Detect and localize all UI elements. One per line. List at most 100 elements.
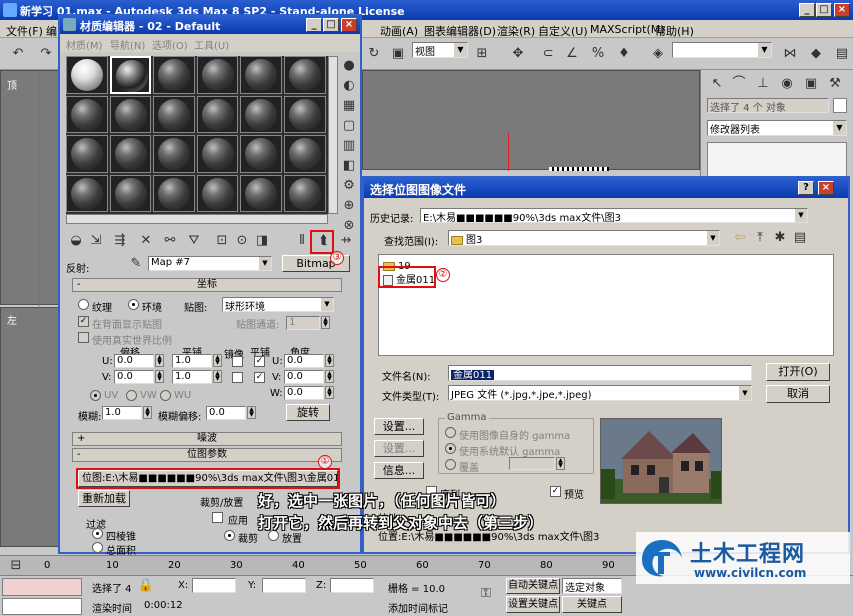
w-angle-field[interactable]: 0.0 bbox=[284, 386, 324, 400]
viewport-bottom-left[interactable]: 左 bbox=[0, 307, 60, 547]
blur-offset-field[interactable]: 0.0 bbox=[206, 406, 246, 420]
material-sample-slot[interactable] bbox=[66, 135, 108, 173]
v-angle-spinner[interactable]: ▲ ▼ bbox=[325, 370, 334, 383]
select-by-material-icon[interactable]: ⊕ bbox=[339, 196, 359, 216]
assign-material-icon[interactable]: ⇶ bbox=[110, 231, 130, 251]
undo-icon[interactable]: ↶ bbox=[8, 44, 28, 64]
reset-map-icon[interactable]: ✕ bbox=[136, 231, 156, 251]
u-tile-checkbox[interactable]: ✓ bbox=[254, 356, 265, 367]
mirror-icon[interactable]: ⋈ bbox=[780, 44, 800, 64]
auto-key-button[interactable]: 自动关键点 bbox=[506, 578, 560, 594]
background-icon[interactable]: ▦ bbox=[339, 96, 359, 116]
timeline[interactable]: ⊟ 0 10 20 30 40 50 60 70 80 90 bbox=[0, 555, 700, 575]
viewport-top-right[interactable] bbox=[362, 70, 700, 171]
filetype-dropdown[interactable]: JPEG 文件 (*.jpg,*.jpe,*.jpeg) ▼ bbox=[448, 385, 752, 401]
cancel-button[interactable]: 取消 bbox=[766, 385, 830, 403]
material-sample-slot[interactable] bbox=[109, 135, 152, 173]
go-forward-sibling-icon[interactable]: ⇸ bbox=[336, 231, 356, 251]
material-sample-slot[interactable] bbox=[240, 95, 282, 133]
u-angle-spinner[interactable]: ▲ ▼ bbox=[325, 354, 334, 367]
motion-tab-icon[interactable]: ◉ bbox=[777, 74, 797, 94]
menu-graph-editors[interactable]: 图表编辑器(D) bbox=[424, 23, 496, 39]
selection-name-field[interactable]: 选择了 4 个 对象 bbox=[707, 98, 829, 113]
map-channel-spinner[interactable]: ▲ ▼ bbox=[321, 316, 330, 329]
y-coordinate-field[interactable] bbox=[262, 578, 306, 593]
display-tab-icon[interactable]: ▣ bbox=[801, 74, 821, 94]
material-sample-slot[interactable] bbox=[196, 174, 239, 212]
put-to-library-icon[interactable]: ⛛ bbox=[184, 231, 204, 251]
u-mirror-checkbox[interactable] bbox=[232, 356, 243, 367]
material-sample-slot[interactable] bbox=[66, 56, 108, 94]
up-folder-icon[interactable]: ⤒ bbox=[750, 228, 770, 248]
material-sample-slot[interactable] bbox=[240, 56, 282, 94]
z-coordinate-field[interactable] bbox=[330, 578, 374, 593]
material-id-icon[interactable]: ⊡ bbox=[212, 231, 232, 251]
menu-navigation[interactable]: 导航(N) bbox=[110, 37, 145, 52]
v-tiling-field[interactable]: 1.0 bbox=[172, 370, 212, 384]
gamma-system-radio[interactable] bbox=[445, 443, 456, 454]
key-filter-selection[interactable]: 选定对象 bbox=[562, 578, 622, 594]
align-icon[interactable]: ◆ bbox=[806, 44, 826, 64]
menu-customize[interactable]: 自定义(U) bbox=[538, 23, 588, 39]
material-sample-slot[interactable] bbox=[196, 95, 239, 133]
u-tiling-spinner[interactable]: ▲ ▼ bbox=[213, 354, 222, 367]
material-editor-maximize[interactable]: □ bbox=[323, 18, 339, 32]
show-end-result-icon[interactable]: ◨ bbox=[252, 231, 272, 251]
create-tab-icon[interactable]: ↖ bbox=[707, 74, 727, 94]
material-sample-slot[interactable] bbox=[153, 95, 195, 133]
material-sample-slot[interactable] bbox=[153, 56, 195, 94]
layer-icon[interactable]: ▤ bbox=[832, 44, 852, 64]
spinner-snap-icon[interactable]: ♦ bbox=[614, 44, 634, 64]
rotate-button[interactable]: 旋转 bbox=[286, 404, 330, 421]
w-angle-spinner[interactable]: ▲ ▼ bbox=[325, 386, 334, 399]
material-editor-close[interactable]: × bbox=[341, 18, 357, 32]
viewport-top-left[interactable]: 顶 bbox=[0, 70, 60, 306]
material-sample-slot[interactable] bbox=[153, 135, 195, 173]
material-sample-slot[interactable] bbox=[196, 135, 239, 173]
options-icon[interactable]: ⚙ bbox=[339, 176, 359, 196]
new-folder-icon[interactable]: ✱ bbox=[770, 228, 790, 248]
lookin-dropdown[interactable]: 图3 ▼ bbox=[448, 230, 720, 246]
view-dropdown[interactable]: 视图 ▼ bbox=[412, 42, 468, 58]
v-tile-checkbox[interactable]: ✓ bbox=[254, 372, 265, 383]
blur-spinner[interactable]: ▲ ▼ bbox=[143, 406, 152, 419]
menu-options[interactable]: 选项(O) bbox=[152, 37, 188, 52]
noise-rollout-header[interactable]: + 噪波 bbox=[72, 432, 342, 446]
menu-animation[interactable]: 动画(A) bbox=[380, 23, 418, 39]
reload-button[interactable]: 重新加载 bbox=[78, 490, 130, 507]
key-filters-button[interactable]: 关键点 bbox=[562, 596, 622, 613]
apply-checkbox[interactable] bbox=[212, 512, 223, 523]
gamma-override-field[interactable] bbox=[509, 457, 555, 470]
v-tiling-spinner[interactable]: ▲ ▼ bbox=[213, 370, 222, 383]
material-sample-slot[interactable] bbox=[109, 56, 152, 94]
menu-edit[interactable]: 编 bbox=[46, 23, 57, 39]
view-menu-icon[interactable]: ▤ bbox=[790, 228, 810, 248]
eyedropper-icon[interactable]: ✎ bbox=[126, 254, 146, 274]
snap-icon[interactable]: ⊂ bbox=[538, 44, 558, 64]
map-channel-field[interactable]: 1 bbox=[286, 316, 320, 330]
rotate-icon[interactable]: ↻ bbox=[364, 44, 384, 64]
utilities-tab-icon[interactable]: ⚒ bbox=[825, 74, 845, 94]
add-time-tag[interactable]: 添加时间标记 bbox=[388, 600, 448, 615]
lock-selection-icon[interactable]: 🔒 bbox=[136, 576, 156, 596]
backlight-icon[interactable]: ◐ bbox=[339, 76, 359, 96]
slot-scrollbar-h[interactable] bbox=[66, 214, 328, 224]
make-preview-icon[interactable]: ◧ bbox=[339, 156, 359, 176]
show-on-back-checkbox[interactable]: ✓ bbox=[78, 316, 89, 327]
make-unique-icon[interactable]: ⚯ bbox=[160, 231, 180, 251]
u-angle-field[interactable]: 0.0 bbox=[284, 354, 324, 368]
selection-color-swatch[interactable] bbox=[833, 98, 847, 113]
texture-radio[interactable] bbox=[78, 299, 89, 310]
mapping-dropdown[interactable]: 球形环境 ▼ bbox=[222, 297, 334, 312]
gamma-override-radio[interactable] bbox=[445, 459, 456, 470]
open-button[interactable]: 打开(O) bbox=[766, 363, 830, 381]
named-selection-icon[interactable]: ◈ bbox=[648, 44, 668, 64]
put-to-scene-icon[interactable]: ⇲ bbox=[86, 231, 106, 251]
video-color-icon[interactable]: ▥ bbox=[339, 136, 359, 156]
v-angle-field[interactable]: 0.0 bbox=[284, 370, 324, 384]
menu-utilities[interactable]: 工具(U) bbox=[194, 37, 229, 52]
menu-material[interactable]: 材质(M) bbox=[66, 37, 102, 52]
show-map-icon[interactable]: ⊙ bbox=[232, 231, 252, 251]
material-sample-slot[interactable] bbox=[284, 174, 326, 212]
minimize-button[interactable]: _ bbox=[799, 3, 815, 17]
